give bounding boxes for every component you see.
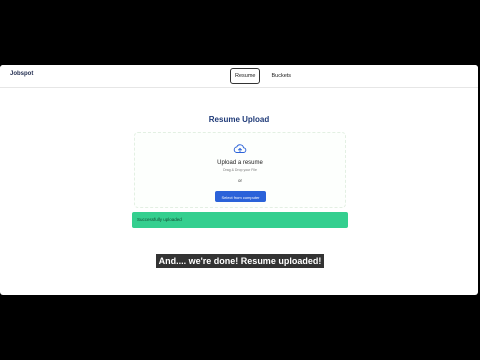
navbar: Jobspot Resume Buckets — [0, 65, 478, 88]
upload-title: Upload a resume — [217, 160, 263, 166]
success-alert: Successfully uploaded — [132, 212, 348, 228]
tab-buckets[interactable]: Buckets — [266, 68, 296, 84]
upload-or-separator: or — [237, 178, 242, 183]
upload-dropzone[interactable]: Upload a resume Drag & Drop your File or… — [134, 132, 346, 208]
tab-resume[interactable]: Resume — [230, 68, 261, 84]
select-from-computer-button[interactable]: Select from computer — [215, 191, 266, 202]
success-alert-text: Successfully uploaded — [137, 217, 182, 222]
nav-tabs: Resume Buckets — [230, 68, 296, 84]
brand-logo[interactable]: Jobspot — [10, 71, 33, 77]
page-title: Resume Upload — [208, 115, 270, 124]
upload-hint: Drag & Drop your File — [223, 168, 257, 172]
video-caption: And.... we're done! Resume uploaded! — [156, 254, 324, 268]
cloud-upload-icon — [233, 144, 247, 153]
